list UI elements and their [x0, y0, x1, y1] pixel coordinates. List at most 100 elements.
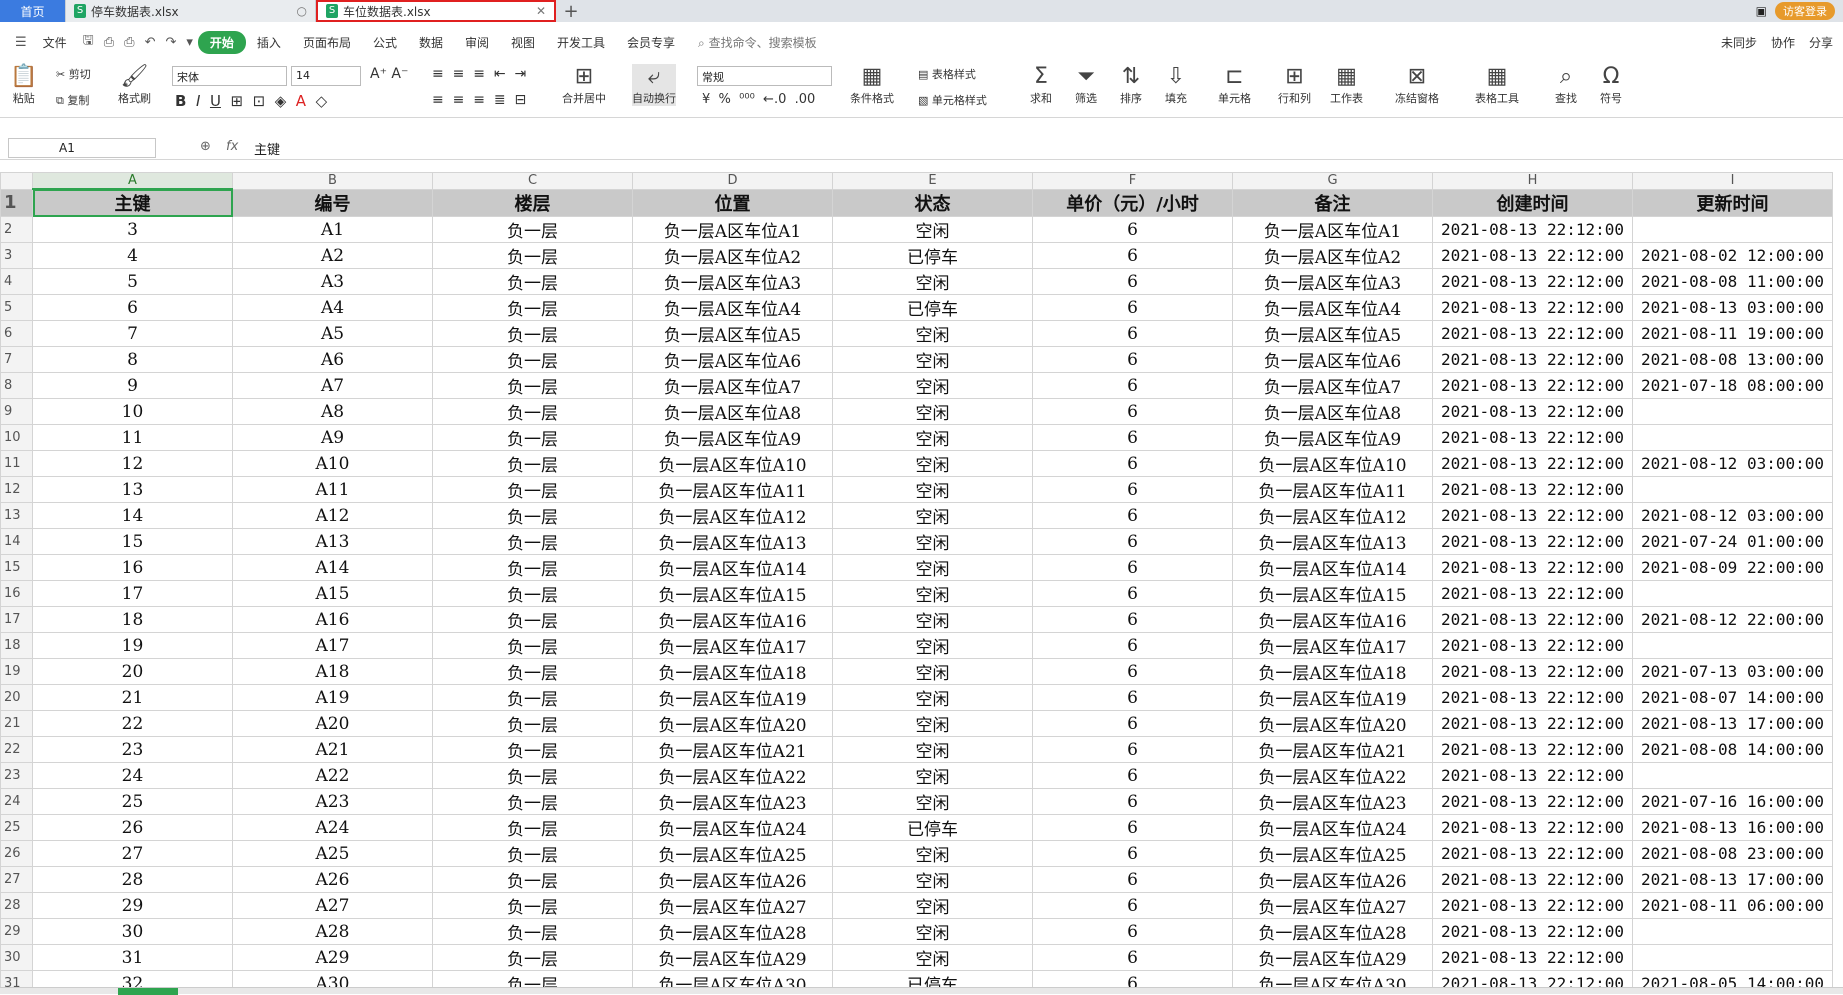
table-cell[interactable] — [1632, 476, 1833, 503]
row-number[interactable]: 12 — [0, 476, 33, 503]
table-cell[interactable]: 负一层A区车位A23 — [1232, 788, 1433, 815]
table-cell[interactable]: 负一层 — [432, 580, 633, 607]
table-cell[interactable]: 负一层A区车位A20 — [1232, 710, 1433, 737]
table-cell[interactable]: 6 — [1032, 814, 1233, 841]
table-cell[interactable]: 2021-08-13 22:12:00 — [1432, 788, 1633, 815]
table-cell[interactable]: 27 — [32, 840, 233, 867]
table-cell[interactable]: 2021-08-13 22:12:00 — [1432, 944, 1633, 971]
table-cell[interactable]: 空闲 — [832, 892, 1033, 919]
conditional-format-button[interactable]: ▦ 条件格式 — [850, 64, 894, 106]
table-cell[interactable]: 6 — [1032, 606, 1233, 633]
merge-center-button[interactable]: ⊞ 合并居中 — [562, 64, 606, 106]
tab-space-data[interactable]: S 车位数据表.xlsx ✕ — [316, 0, 556, 22]
table-cell[interactable]: 2021-08-13 22:12:00 — [1432, 554, 1633, 581]
guest-login-button[interactable]: 访客登录 — [1775, 2, 1835, 20]
table-cell[interactable]: 2021-08-08 23:00:00 — [1632, 840, 1833, 867]
table-cell[interactable]: 负一层A区车位A16 — [632, 606, 833, 633]
column-header-e[interactable]: E — [832, 172, 1033, 190]
table-cell[interactable]: 2021-08-13 22:12:00 — [1432, 762, 1633, 789]
table-cell[interactable]: 空闲 — [832, 216, 1033, 243]
table-cell[interactable]: 6 — [32, 294, 233, 321]
number-format-select[interactable]: 常规 — [697, 66, 832, 86]
share-button[interactable]: 分享 — [1809, 34, 1833, 51]
table-cell[interactable]: 2021-08-13 22:12:00 — [1432, 320, 1633, 347]
table-cell[interactable]: 负一层 — [432, 294, 633, 321]
row-number[interactable]: 16 — [0, 580, 33, 607]
table-cell[interactable]: 2021-08-13 22:12:00 — [1432, 814, 1633, 841]
table-cell[interactable]: A23 — [232, 788, 433, 815]
table-cell[interactable]: 32 — [32, 970, 233, 987]
table-cell[interactable]: 2021-08-05 14:00:00 — [1632, 970, 1833, 987]
table-cell[interactable]: 2021-08-12 03:00:00 — [1632, 502, 1833, 529]
zoom-icon[interactable]: ⊕ — [200, 139, 211, 154]
table-cell[interactable]: 25 — [32, 788, 233, 815]
menu-review[interactable]: 审阅 — [454, 34, 500, 51]
table-cell[interactable]: A21 — [232, 736, 433, 763]
table-cell[interactable]: 2021-08-13 22:12:00 — [1432, 242, 1633, 269]
table-cell[interactable] — [1632, 580, 1833, 607]
table-cell[interactable]: 空闲 — [832, 398, 1033, 425]
table-cell[interactable]: 5 — [32, 268, 233, 295]
table-cell[interactable]: A14 — [232, 554, 433, 581]
table-cell[interactable]: 负一层A区车位A22 — [632, 762, 833, 789]
table-cell[interactable]: 负一层A区车位A11 — [1232, 476, 1433, 503]
menu-lines-icon[interactable]: ☰ — [15, 35, 27, 50]
table-cell[interactable]: 负一层A区车位A11 — [632, 476, 833, 503]
table-cell[interactable]: A13 — [232, 528, 433, 555]
menu-data[interactable]: 数据 — [408, 34, 454, 51]
table-cell[interactable]: 负一层A区车位A9 — [632, 424, 833, 451]
table-cell[interactable]: 负一层 — [432, 346, 633, 373]
table-cell[interactable]: 负一层 — [432, 242, 633, 269]
table-cell[interactable]: 空闲 — [832, 840, 1033, 867]
filter-button[interactable]: ⏷ 筛选 — [1075, 64, 1097, 106]
table-cell[interactable]: 24 — [32, 762, 233, 789]
table-cell[interactable]: 负一层A区车位A5 — [1232, 320, 1433, 347]
name-box[interactable]: A1 — [8, 138, 156, 158]
cut-button[interactable]: ✂ 剪切 — [56, 66, 91, 82]
fx-icon[interactable]: fx — [226, 139, 238, 154]
table-cell[interactable]: 13 — [32, 476, 233, 503]
table-cell[interactable]: 6 — [1032, 788, 1233, 815]
font-grow-icon[interactable]: A⁺ A⁻ — [370, 66, 408, 82]
table-cell[interactable]: 负一层A区车位A20 — [632, 710, 833, 737]
menu-page-layout[interactable]: 页面布局 — [292, 34, 362, 51]
table-cell[interactable]: 空闲 — [832, 450, 1033, 477]
menu-formula[interactable]: 公式 — [362, 34, 408, 51]
table-cell[interactable]: A10 — [232, 450, 433, 477]
table-cell[interactable]: A1 — [232, 216, 433, 243]
table-cell[interactable]: 负一层A区车位A8 — [1232, 398, 1433, 425]
table-cell[interactable]: 负一层A区车位A26 — [1232, 866, 1433, 893]
table-cell[interactable]: 21 — [32, 684, 233, 711]
table-cell[interactable]: A3 — [232, 268, 433, 295]
table-cell[interactable]: 2021-08-13 22:12:00 — [1432, 736, 1633, 763]
table-cell[interactable]: 负一层 — [432, 710, 633, 737]
table-cell[interactable]: 空闲 — [832, 346, 1033, 373]
table-cell[interactable]: 6 — [1032, 866, 1233, 893]
table-cell[interactable]: 负一层A区车位A2 — [1232, 242, 1433, 269]
table-cell[interactable]: 2021-08-13 22:12:00 — [1432, 398, 1633, 425]
table-cell[interactable]: 6 — [1032, 242, 1233, 269]
table-cell[interactable]: 负一层A区车位A25 — [1232, 840, 1433, 867]
table-cell[interactable]: 已停车 — [832, 814, 1033, 841]
table-cell[interactable]: 负一层 — [432, 918, 633, 945]
column-header-a[interactable]: A — [32, 172, 233, 190]
column-header-f[interactable]: F — [1032, 172, 1233, 190]
table-cell[interactable]: 2021-08-13 22:12:00 — [1432, 216, 1633, 243]
table-cell[interactable]: 6 — [1032, 554, 1233, 581]
redo-icon[interactable]: ↷ — [165, 35, 176, 50]
menu-developer[interactable]: 开发工具 — [546, 34, 616, 51]
column-header-d[interactable]: D — [632, 172, 833, 190]
table-cell[interactable]: 空闲 — [832, 372, 1033, 399]
table-cell[interactable]: 空闲 — [832, 762, 1033, 789]
table-cell[interactable]: 负一层A区车位A25 — [632, 840, 833, 867]
table-style-button[interactable]: ▤ 表格样式 — [918, 66, 976, 82]
table-cell[interactable]: 负一层 — [432, 268, 633, 295]
row-number[interactable]: 6 — [0, 320, 33, 347]
print-icon[interactable]: ⎙ — [124, 35, 134, 50]
formula-input[interactable]: 主键 — [254, 139, 280, 158]
row-number[interactable]: 22 — [0, 736, 33, 763]
table-cell[interactable]: 负一层A区车位A23 — [632, 788, 833, 815]
table-cell[interactable]: A12 — [232, 502, 433, 529]
table-cell[interactable]: 2021-08-13 22:12:00 — [1432, 580, 1633, 607]
table-cell[interactable]: 11 — [32, 424, 233, 451]
